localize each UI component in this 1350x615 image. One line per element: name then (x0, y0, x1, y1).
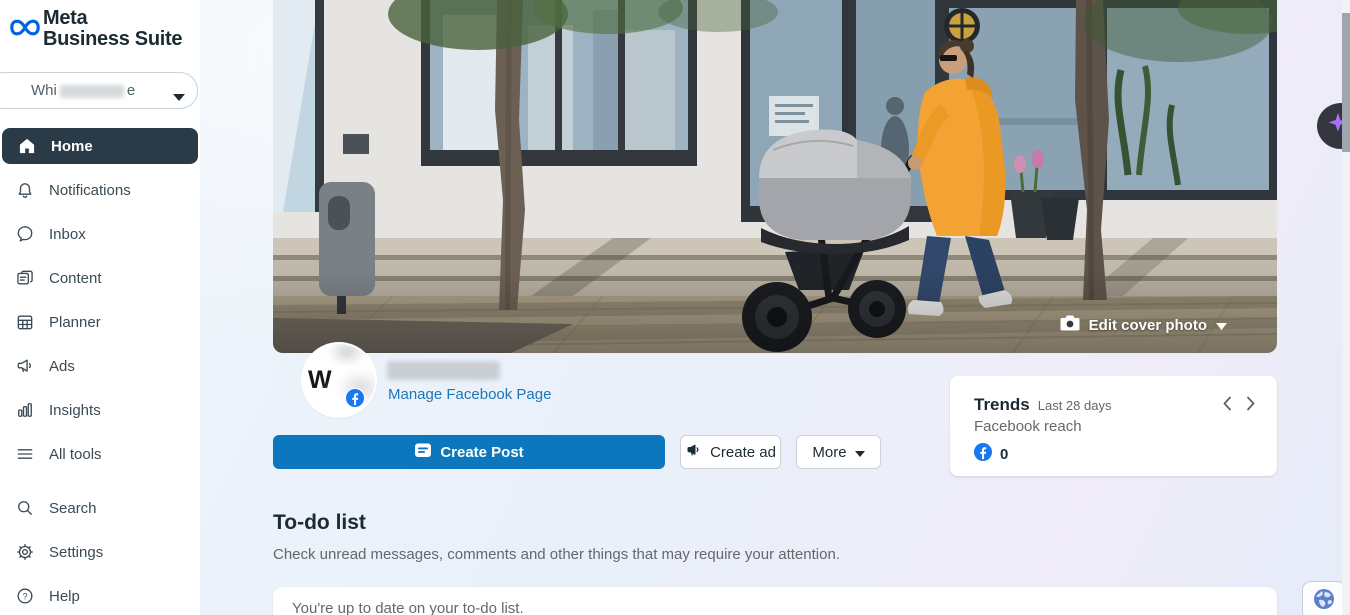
sidebar-item-label: Ads (49, 358, 75, 375)
todo-list-card: You're up to date on your to-do list. (273, 587, 1277, 615)
sidebar-item-label: Home (51, 138, 93, 155)
facebook-reach-value: 0 (1000, 446, 1008, 463)
chevron-left-icon[interactable] (1223, 396, 1232, 411)
sidebar: Meta Business Suite Whi e Home Notificati… (0, 0, 200, 615)
sidebar-item-label: Settings (49, 544, 103, 561)
meta-business-suite-logo: Meta Business Suite (10, 8, 182, 50)
trends-card: Trends Last 28 days Facebook reach 0 (950, 376, 1277, 476)
sidebar-item-label: Help (49, 588, 80, 605)
avatar-blur-overlay (303, 344, 375, 416)
sidebar-item-label: Content (49, 270, 102, 287)
meta-infinity-icon (10, 18, 40, 42)
calendar-icon (14, 311, 36, 333)
trends-metric-label: Facebook reach (974, 418, 1253, 435)
search-icon (14, 497, 36, 519)
facebook-icon (974, 443, 992, 466)
sidebar-item-home[interactable]: Home (2, 128, 198, 164)
megaphone-icon (14, 355, 36, 377)
sidebar-item-label: All tools (49, 446, 102, 463)
sidebar-item-insights[interactable]: Insights (0, 388, 200, 432)
post-icon (414, 441, 432, 463)
business-name-blurred (60, 85, 124, 98)
sidebar-item-all-tools[interactable]: All tools (0, 432, 200, 476)
todo-list-description: Check unread messages, comments and othe… (273, 546, 840, 563)
sidebar-item-help[interactable]: ? Help (0, 574, 200, 615)
sidebar-item-notifications[interactable]: Notifications (0, 168, 200, 212)
scrollbar[interactable] (1342, 0, 1350, 615)
manage-facebook-page-link[interactable]: Manage Facebook Page (388, 386, 551, 403)
meta-business-suite-window: Edit cover photo W Manage Facebook Page … (0, 0, 1350, 615)
bell-icon (14, 179, 36, 201)
chevron-down-icon (855, 444, 865, 461)
scrollbar-thumb[interactable] (1342, 13, 1350, 152)
facebook-badge-icon (345, 388, 366, 409)
todo-empty-state: You're up to date on your to-do list. (292, 600, 524, 615)
camera-icon (1060, 315, 1080, 335)
more-label: More (812, 444, 846, 461)
bar-chart-icon (14, 399, 36, 421)
sidebar-item-label: Inbox (49, 226, 86, 243)
home-icon (16, 135, 38, 157)
todo-list-title: To-do list (273, 511, 366, 535)
create-ad-button[interactable]: Create ad (680, 435, 781, 469)
page-name-blurred (387, 361, 500, 380)
sidebar-item-search[interactable]: Search (0, 486, 200, 530)
megaphone-icon (685, 442, 702, 462)
gear-icon (14, 541, 36, 563)
brand-line1: Meta (43, 8, 182, 29)
help-icon: ? (14, 585, 36, 607)
brand-line2: Business Suite (43, 29, 182, 50)
chevron-down-icon (1216, 317, 1227, 334)
sidebar-item-label: Notifications (49, 182, 131, 199)
trends-period: Last 28 days (1038, 398, 1112, 413)
sidebar-item-content[interactable]: Content (0, 256, 200, 300)
globe-icon (1312, 587, 1336, 615)
globe-button[interactable] (1302, 581, 1346, 615)
sidebar-item-label: Insights (49, 402, 101, 419)
sidebar-item-planner[interactable]: Planner (0, 300, 200, 344)
sidebar-item-label: Search (49, 500, 97, 517)
sidebar-item-ads[interactable]: Ads (0, 344, 200, 388)
page-avatar[interactable]: W (303, 344, 375, 416)
cover-photo: Edit cover photo (273, 0, 1277, 353)
chevron-down-icon (173, 88, 185, 105)
sidebar-item-label: Planner (49, 314, 101, 331)
business-name-end: e (127, 82, 135, 99)
main-content-area: Edit cover photo W Manage Facebook Page … (200, 0, 1350, 615)
create-post-label: Create Post (440, 444, 523, 461)
business-selector-dropdown[interactable]: Whi e (0, 72, 198, 109)
sidebar-nav: Home Notifications Inbox Content Planner… (0, 124, 200, 615)
edit-cover-photo-button[interactable]: Edit cover photo (1060, 315, 1227, 335)
chevron-right-icon[interactable] (1246, 396, 1255, 411)
menu-lines-icon (14, 443, 36, 465)
sidebar-item-inbox[interactable]: Inbox (0, 212, 200, 256)
edit-cover-photo-label: Edit cover photo (1089, 317, 1207, 334)
svg-text:?: ? (22, 591, 27, 601)
business-name-start: Whi (31, 82, 57, 99)
create-post-button[interactable]: Create Post (273, 435, 665, 469)
chat-bubble-icon (14, 223, 36, 245)
more-button[interactable]: More (796, 435, 881, 469)
cover-photo-illustration (273, 0, 1277, 353)
content-cards-icon (14, 267, 36, 289)
trends-title: Trends (974, 395, 1030, 415)
create-ad-label: Create ad (710, 444, 776, 461)
sidebar-item-settings[interactable]: Settings (0, 530, 200, 574)
